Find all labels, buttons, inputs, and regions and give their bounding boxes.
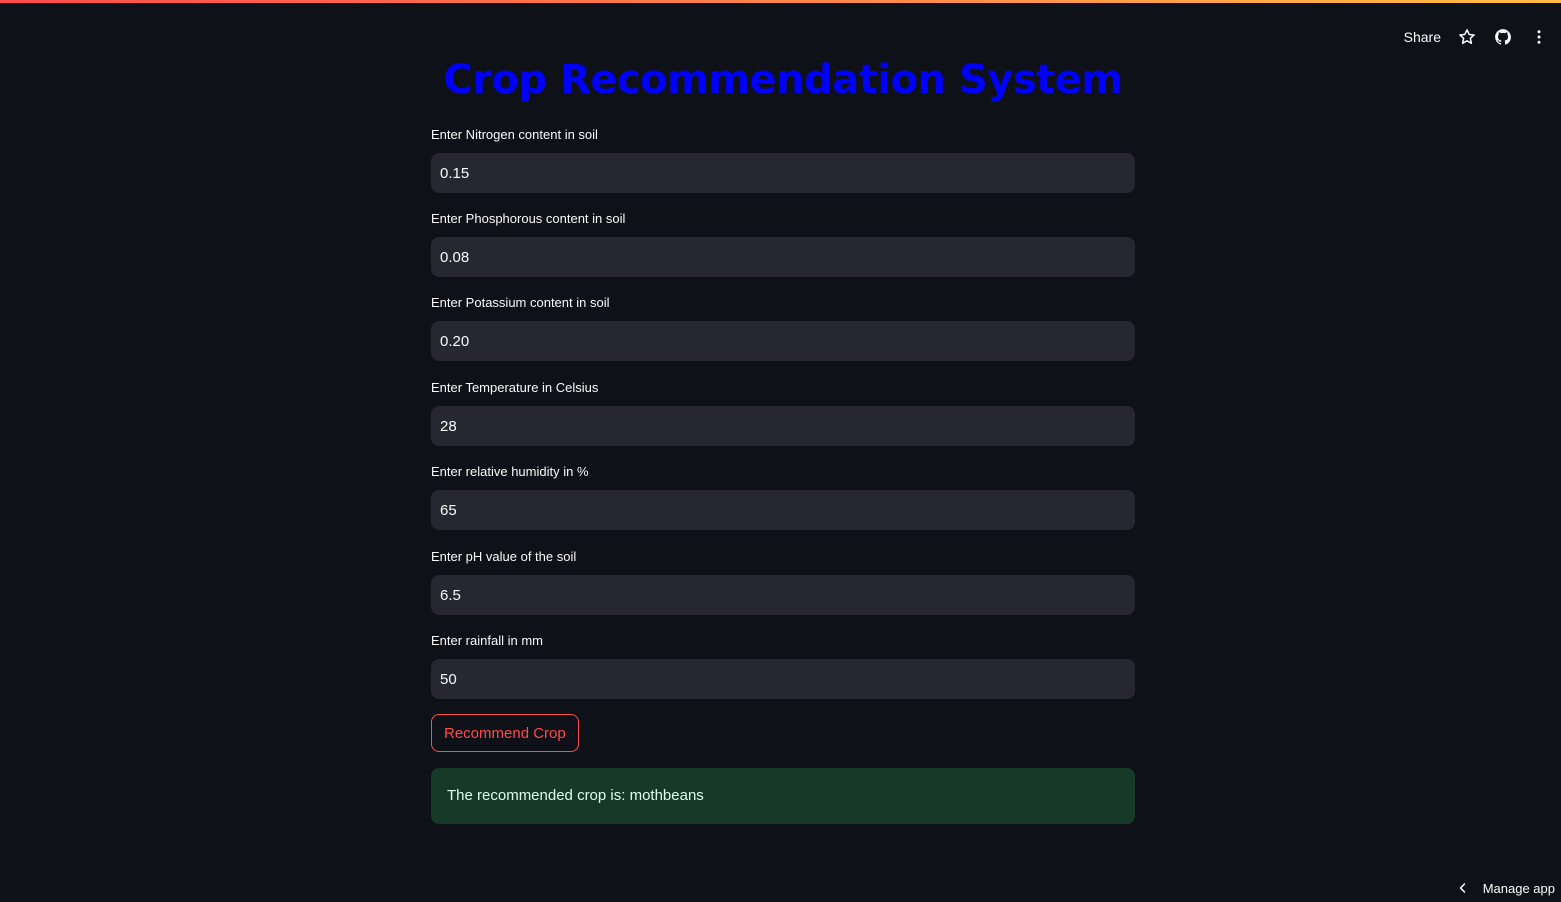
phosphorous-field: Enter Phosphorous content in soil <box>431 209 1135 277</box>
humidity-label: Enter relative humidity in % <box>431 464 589 479</box>
phosphorous-label: Enter Phosphorous content in soil <box>431 211 626 226</box>
nitrogen-label: Enter Nitrogen content in soil <box>431 127 598 142</box>
humidity-input[interactable] <box>431 490 1135 530</box>
app-header: Share <box>1404 22 1561 52</box>
temperature-label: Enter Temperature in Celsius <box>431 380 599 395</box>
github-icon[interactable] <box>1493 27 1513 47</box>
recommend-crop-button[interactable]: Recommend Crop <box>431 714 579 752</box>
potassium-label: Enter Potassium content in soil <box>431 295 610 310</box>
ph-field: Enter pH value of the soil <box>431 547 1135 615</box>
humidity-field: Enter relative humidity in % <box>431 462 1135 530</box>
share-button[interactable]: Share <box>1404 29 1441 45</box>
page-title: Crop Recommendation System <box>443 57 1123 103</box>
ph-input[interactable] <box>431 575 1135 615</box>
phosphorous-input[interactable] <box>431 237 1135 277</box>
more-vertical-icon[interactable] <box>1529 27 1549 47</box>
result-success-message: The recommended crop is: mothbeans <box>431 768 1135 824</box>
potassium-input[interactable] <box>431 321 1135 361</box>
temperature-field: Enter Temperature in Celsius <box>431 378 1135 446</box>
ph-label: Enter pH value of the soil <box>431 549 577 564</box>
rainfall-field: Enter rainfall in mm <box>431 631 1135 699</box>
nitrogen-input[interactable] <box>431 153 1135 193</box>
temperature-input[interactable] <box>431 406 1135 446</box>
manage-app-button[interactable]: Manage app <box>1457 878 1555 898</box>
rainfall-input[interactable] <box>431 659 1135 699</box>
top-decoration-bar <box>0 0 1561 3</box>
manage-app-label: Manage app <box>1482 880 1555 896</box>
chevron-left-icon <box>1457 882 1469 894</box>
nitrogen-field: Enter Nitrogen content in soil <box>431 125 1135 193</box>
star-icon[interactable] <box>1457 27 1477 47</box>
potassium-field: Enter Potassium content in soil <box>431 293 1135 361</box>
rainfall-label: Enter rainfall in mm <box>431 633 543 648</box>
